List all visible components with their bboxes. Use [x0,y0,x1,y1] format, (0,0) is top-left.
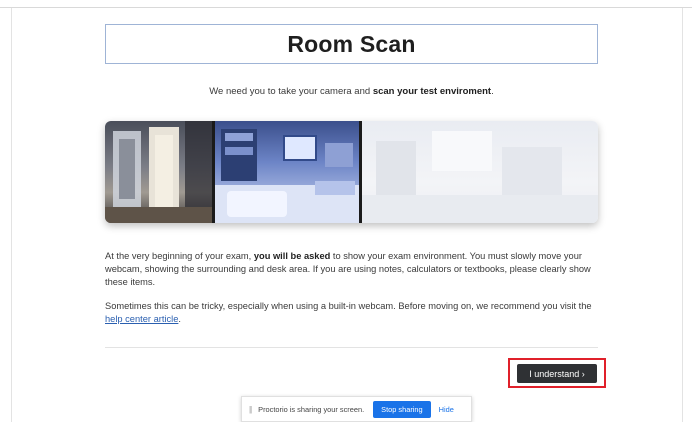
instructions-p1-start: At the very beginning of your exam, [105,251,254,261]
instructions-paragraph-1: At the very beginning of your exam, you … [105,250,598,289]
instructions-p1-bold: you will be asked [253,251,331,261]
screen-share-bar: || Proctorio is sharing your screen. Sto… [241,396,472,422]
intro-text: We need you to take your camera and scan… [105,86,598,97]
intro-suffix: . [491,86,494,97]
instructions-p2-end: . [178,314,181,324]
content-divider [105,347,598,348]
help-center-link[interactable]: help center article [105,314,178,324]
screen-share-message: Proctorio is sharing your screen. [258,404,365,414]
page-title: Room Scan [287,30,416,57]
intro-bold: scan your test enviroment [372,86,492,97]
instructions-p2-start: Sometimes this can be tricky, especially… [105,301,592,311]
room-photo-overexposed [359,121,598,223]
window-left-edge [0,8,12,422]
intro-prefix: We need you to take your camera and [209,86,373,97]
room-scan-photo-strip [105,121,598,223]
drag-handle-icon[interactable]: || [249,405,252,414]
instructions-paragraph-2: Sometimes this can be tricky, especially… [105,300,598,326]
hide-share-bar-link[interactable]: Hide [439,405,454,414]
understand-button[interactable]: I understand › [517,364,597,383]
browser-top-edge [0,0,692,8]
page-title-box: Room Scan [105,24,598,64]
stop-sharing-button[interactable]: Stop sharing [373,400,431,418]
room-photo-bedroom [212,121,359,223]
room-photo-hallway [105,121,212,223]
window-right-edge [682,8,692,422]
